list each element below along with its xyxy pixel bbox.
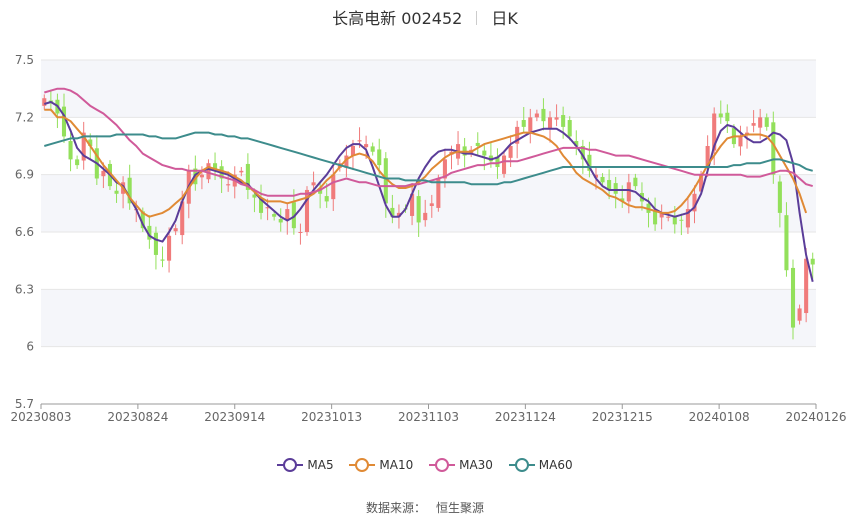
x-tick-label: 20230914 xyxy=(204,410,265,424)
candle-body xyxy=(370,146,375,152)
candle-body xyxy=(68,141,73,160)
legend-swatch-ma30 xyxy=(429,458,456,472)
candle-body xyxy=(554,117,559,120)
candle-body xyxy=(364,144,369,148)
candle-body xyxy=(810,258,815,265)
candle-body xyxy=(377,149,382,166)
candle-body xyxy=(528,117,533,132)
candle-body xyxy=(160,259,165,261)
candle-body xyxy=(357,140,362,142)
candle-body xyxy=(508,146,513,158)
x-tick-label: 20231103 xyxy=(398,410,459,424)
legend-label-ma10: MA10 xyxy=(379,458,414,472)
data-source: 数据来源： 恒生聚源 xyxy=(0,499,850,516)
candle-body xyxy=(331,174,336,200)
candle-body xyxy=(804,258,809,314)
candle-body xyxy=(173,228,178,232)
x-tick-label: 20240126 xyxy=(785,410,846,424)
candle-body xyxy=(311,182,316,186)
candle-body xyxy=(777,181,782,213)
legend-item-ma5[interactable]: MA5 xyxy=(277,458,334,472)
legend-swatch-ma10 xyxy=(349,458,376,472)
candle-body xyxy=(541,108,546,122)
candle-body xyxy=(350,146,356,156)
candle-body xyxy=(285,209,290,221)
candle-body xyxy=(61,106,67,137)
candle-body xyxy=(278,219,283,223)
candle-body xyxy=(626,182,631,202)
candle-body xyxy=(738,136,743,147)
candle-body xyxy=(167,235,172,261)
legend-item-ma60[interactable]: MA60 xyxy=(508,458,573,472)
legend-label-ma30: MA30 xyxy=(459,458,493,472)
candle-body xyxy=(501,155,507,174)
candle-body xyxy=(561,115,566,127)
candle-body xyxy=(429,203,434,207)
candle-body xyxy=(764,117,769,127)
candle-body xyxy=(239,170,244,173)
candle-body xyxy=(567,120,572,137)
legend-label-ma60: MA60 xyxy=(538,458,573,472)
grid-band xyxy=(41,289,816,347)
candle-body xyxy=(784,215,789,271)
candle-body xyxy=(199,174,204,178)
candle-body xyxy=(633,177,638,187)
candle-body xyxy=(758,117,763,128)
legend-item-ma10[interactable]: MA10 xyxy=(349,458,413,472)
x-tick-label: 20231124 xyxy=(495,410,556,424)
candle-body xyxy=(751,123,756,126)
candlestick-chart[interactable]: 5.7 6 6.3 6.6 6.9 7.2 7.5 20230803 20230824 20230… xyxy=(0,0,850,440)
chart-legend: MA5 MA10 MA30 MA60 xyxy=(0,458,850,472)
candle-body xyxy=(718,113,723,118)
y-tick-label: 6.6 xyxy=(15,225,34,239)
y-tick-label: 7.2 xyxy=(15,110,34,124)
legend-label-ma5: MA5 xyxy=(307,458,334,472)
candle-body xyxy=(672,216,677,225)
candle-body xyxy=(114,190,119,194)
x-tick-label: 20231215 xyxy=(592,410,653,424)
candle-body xyxy=(226,184,231,186)
candle-body xyxy=(416,196,421,223)
candle-body xyxy=(75,159,80,166)
y-tick-label: 7.5 xyxy=(15,53,34,67)
candle-body xyxy=(42,98,47,106)
candle-body xyxy=(423,212,428,221)
candle-body xyxy=(153,232,158,255)
x-tick-label: 20230824 xyxy=(107,410,168,424)
legend-item-ma30[interactable]: MA30 xyxy=(429,458,493,472)
y-tick-label: 6 xyxy=(26,340,34,354)
y-tick-label: 6.3 xyxy=(15,282,34,296)
candle-body xyxy=(679,219,684,221)
candle-body xyxy=(521,120,526,127)
candle-body xyxy=(790,267,796,328)
x-tick-label: 20231013 xyxy=(301,410,362,424)
candle-body xyxy=(482,150,487,156)
grid-band xyxy=(41,60,816,118)
candle-body xyxy=(547,117,553,129)
source-name: 恒生聚源 xyxy=(436,501,485,515)
candle-body xyxy=(272,214,277,217)
candle-body xyxy=(653,210,658,225)
x-tick-label: 20240108 xyxy=(689,410,750,424)
candle-body xyxy=(206,163,211,180)
legend-swatch-ma60 xyxy=(508,458,535,472)
y-tick-label: 5.7 xyxy=(15,397,34,411)
candle-body xyxy=(613,183,618,194)
candle-body xyxy=(666,216,671,218)
candle-body xyxy=(534,113,539,118)
x-tick-label: 20230803 xyxy=(10,410,71,424)
candle-body xyxy=(101,170,106,177)
candle-body xyxy=(324,196,329,202)
candle-body xyxy=(298,232,303,233)
candle-body xyxy=(797,308,802,321)
candle-body xyxy=(725,112,730,122)
candle-body xyxy=(475,142,480,146)
y-tick-label: 6.9 xyxy=(15,168,34,182)
legend-swatch-ma5 xyxy=(277,458,304,472)
source-label: 数据来源： xyxy=(365,501,426,515)
candle-body xyxy=(600,176,605,183)
